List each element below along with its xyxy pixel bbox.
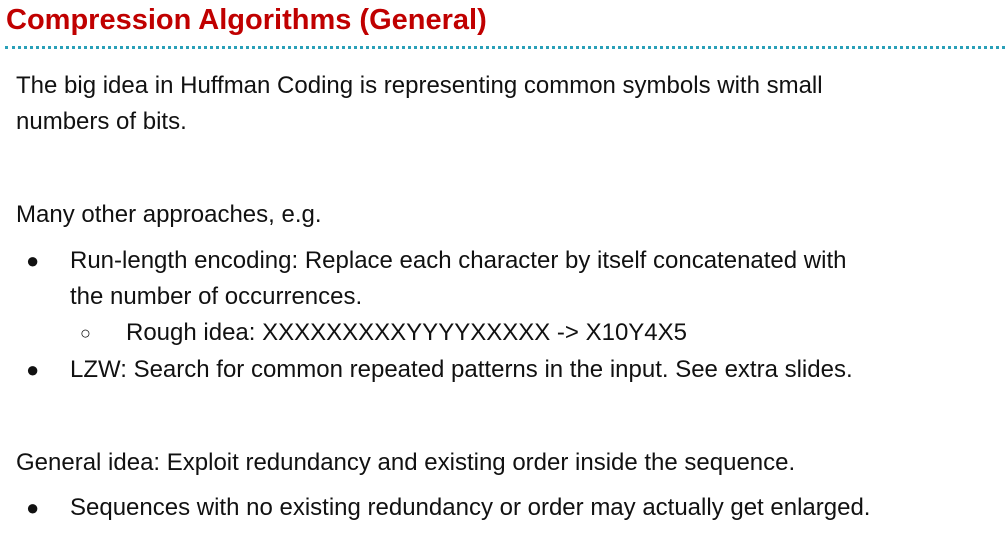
bullet-icon: ● [26, 495, 40, 520]
general-heading: General idea: Exploit redundancy and exi… [16, 449, 796, 476]
title-divider [5, 46, 1005, 49]
intro-line-2: numbers of bits. [16, 108, 187, 135]
lzw-line: LZW: Search for common repeated patterns… [70, 356, 853, 383]
run-length-line-2: the number of occurrences. [70, 283, 363, 310]
approaches-heading: Many other approaches, e.g. [16, 201, 322, 228]
slide: Compression Algorithms (General) The big… [0, 0, 1007, 543]
sub-bullet-icon: ○ [80, 323, 91, 343]
bullet-icon: ● [26, 357, 40, 382]
slide-title: Compression Algorithms (General) [6, 4, 487, 36]
intro-line-1: The big idea in Huffman Coding is repres… [16, 72, 823, 99]
run-length-example: Rough idea: XXXXXXXXXYYYYXXXXX -> X10Y4X… [126, 319, 687, 346]
bullet-icon: ● [26, 248, 40, 273]
run-length-line-1: Run-length encoding: Replace each charac… [70, 247, 847, 274]
general-bullet-line: Sequences with no existing redundancy or… [70, 494, 871, 521]
